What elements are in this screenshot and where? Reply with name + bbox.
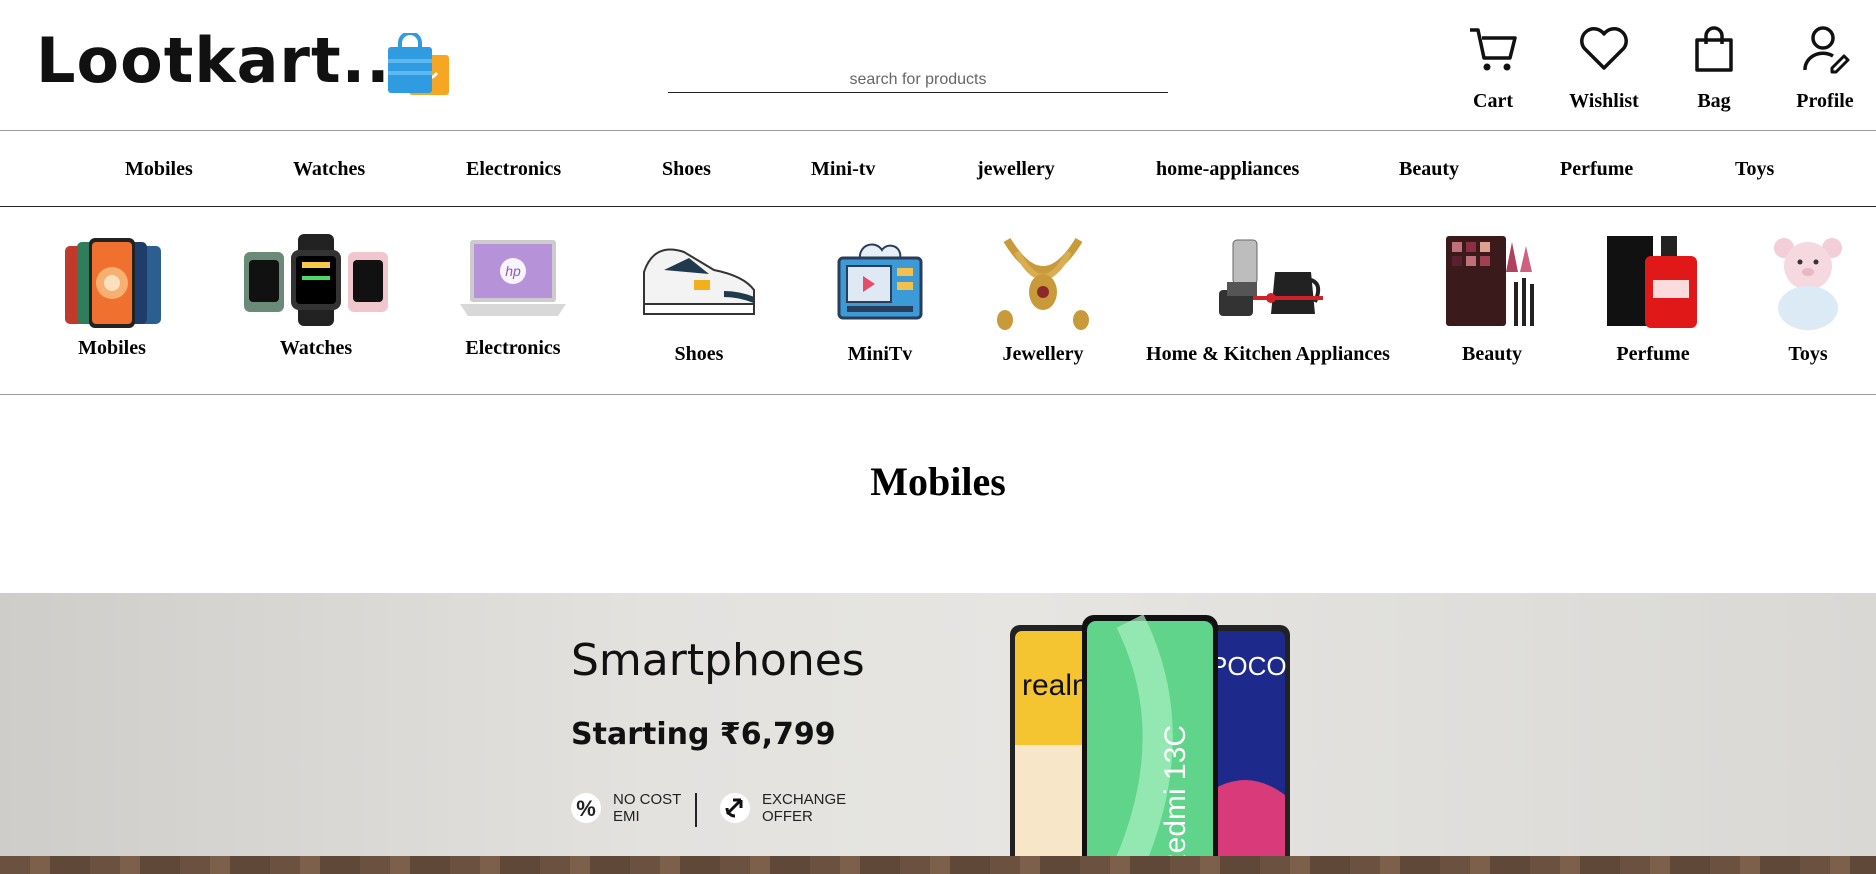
- smartphones-banner[interactable]: Smartphones Starting ₹6,799 % NO COST EM…: [0, 593, 1876, 874]
- category-nav-bar: Mobiles Watches Electronics Shoes Mini-t…: [0, 131, 1876, 207]
- section-title: Mobiles: [870, 459, 1006, 504]
- wishlist-button[interactable]: Wishlist: [1559, 22, 1649, 113]
- category-label: Mobiles: [78, 337, 146, 359]
- nav-item-jewellery[interactable]: jewellery: [977, 158, 1055, 181]
- category-label: Toys: [1788, 343, 1828, 365]
- category-label: Home & Kitchen Appliances: [1146, 343, 1390, 365]
- offer-line2: EMI: [613, 808, 640, 825]
- nav-item-toys[interactable]: Toys: [1735, 158, 1774, 181]
- nav-item-perfume[interactable]: Perfume: [1560, 158, 1633, 181]
- category-label: Perfume: [1616, 343, 1690, 365]
- smartphones-image: [65, 238, 161, 328]
- offer-no-cost-emi: % NO COST EMI: [571, 791, 681, 825]
- nav-item-shoes[interactable]: Shoes: [662, 158, 711, 181]
- makeup-kit-image: [1446, 236, 1534, 326]
- search-input[interactable]: [668, 68, 1168, 93]
- category-carousel: Mobiles Watches hp Electronics Shoes Min…: [0, 207, 1876, 395]
- user-icon: [1803, 26, 1850, 74]
- profile-button[interactable]: Profile: [1780, 22, 1870, 113]
- exchange-icon: [720, 793, 750, 823]
- category-label: Watches: [279, 337, 353, 359]
- category-label: Shoes: [674, 343, 724, 365]
- phones-image: realme narzo N5 POCO M6 5G Redmi 13C: [1010, 615, 1290, 874]
- wishlist-label: Wishlist: [1569, 90, 1639, 112]
- phone-text-redmi: Redmi 13C: [1159, 725, 1192, 874]
- phone-text-poco: POCO M6 5G: [1210, 651, 1290, 681]
- offer-line2: OFFER: [762, 808, 813, 825]
- laptop-image: hp: [460, 240, 566, 316]
- nav-item-beauty[interactable]: Beauty: [1399, 158, 1459, 181]
- nav-item-mini-tv[interactable]: Mini-tv: [811, 158, 875, 181]
- svg-text:hp: hp: [505, 263, 521, 279]
- teddy-bear-image: [1774, 238, 1842, 330]
- category-label: Electronics: [465, 337, 561, 359]
- necklace-image: [997, 237, 1089, 330]
- cart-button[interactable]: Cart: [1448, 22, 1538, 113]
- banner-starting-price: Starting ₹6,799: [571, 717, 836, 752]
- offer-exchange: EXCHANGE OFFER: [720, 791, 846, 825]
- nav-item-home-appliances[interactable]: home-appliances: [1156, 158, 1299, 181]
- category-label: MiniTv: [847, 343, 913, 365]
- cart-label: Cart: [1473, 90, 1513, 112]
- heart-icon: [1580, 27, 1628, 70]
- bag-button[interactable]: Bag: [1669, 22, 1759, 113]
- nav-item-electronics[interactable]: Electronics: [466, 158, 561, 181]
- offer-line1: EXCHANGE: [762, 791, 847, 808]
- offer-line1: NO COST: [613, 791, 682, 808]
- bag-icon: [1695, 26, 1733, 72]
- cart-icon: [1470, 28, 1517, 71]
- banner-floor: [0, 856, 1876, 874]
- sneaker-image: [643, 248, 756, 315]
- profile-label: Profile: [1796, 90, 1854, 112]
- nav-item-watches[interactable]: Watches: [293, 158, 365, 181]
- bag-label: Bag: [1697, 90, 1731, 112]
- shopping-bag-logo-icon: [388, 33, 449, 95]
- category-label: Jewellery: [1002, 343, 1084, 365]
- mixer-kettle-image: [1219, 239, 1323, 316]
- category-label: Beauty: [1462, 343, 1522, 365]
- nav-item-mobiles[interactable]: Mobiles: [125, 158, 193, 181]
- minitv-image: [837, 243, 923, 320]
- perfume-bottle-image: [1607, 236, 1697, 328]
- smartwatches-image: [244, 234, 388, 326]
- site-header: Lootkart... Cart Wishlist Bag: [0, 0, 1876, 131]
- banner-title: Smartphones: [571, 635, 865, 686]
- offer-divider: [695, 793, 697, 827]
- site-logo[interactable]: Lootkart...: [36, 24, 415, 97]
- percent-icon: %: [571, 793, 601, 823]
